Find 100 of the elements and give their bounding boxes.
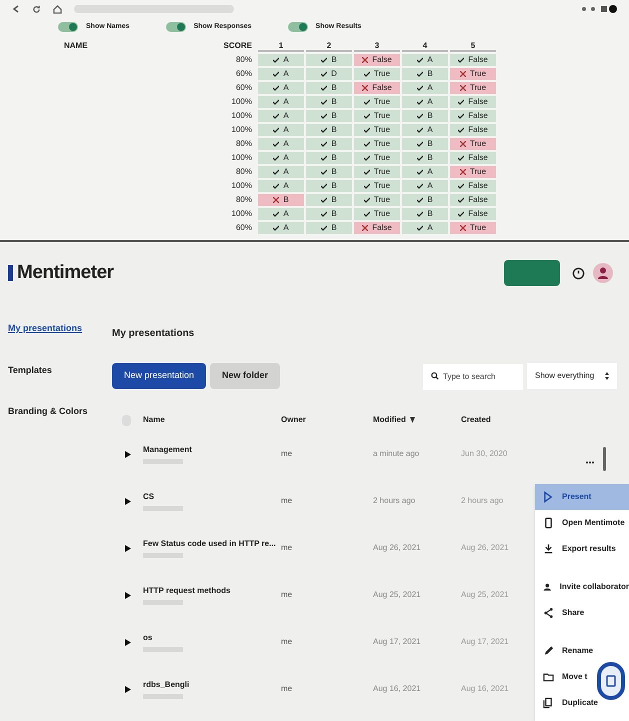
answer-cell: True — [354, 208, 400, 220]
check-icon — [321, 99, 328, 105]
toggle-switch[interactable] — [58, 22, 78, 32]
check-icon — [273, 71, 280, 77]
menu-item[interactable]: Rename — [535, 638, 629, 664]
answer-cell: A — [258, 124, 304, 136]
column-header[interactable]: 2 — [306, 40, 352, 52]
play-icon — [124, 592, 130, 598]
score-cell-text: 80% — [234, 54, 253, 66]
sidebar-item[interactable]: My presentations — [8, 322, 112, 336]
column-header[interactable]: Created — [461, 414, 491, 426]
presentation-title[interactable]: Few Status code used in HTTP re... — [143, 538, 277, 550]
share-icon — [543, 607, 554, 619]
sidebar-item[interactable]: Branding & Colors — [8, 405, 112, 418]
answer-cell: True — [354, 110, 400, 122]
column-header[interactable]: 5 — [450, 40, 496, 52]
column-header[interactable]: 1 — [258, 40, 304, 52]
answer-cell: False — [354, 54, 400, 66]
answer-cell: False — [354, 222, 400, 234]
presentation-title[interactable]: CS — [143, 491, 277, 503]
answer-cell: B — [306, 82, 352, 94]
answer-cell: True — [450, 68, 496, 80]
column-header[interactable]: NAME — [64, 40, 164, 52]
filter-dropdown[interactable]: Show everything — [527, 363, 617, 389]
check-icon — [364, 155, 370, 161]
toggle-switch[interactable] — [166, 22, 186, 32]
modified-cell-text: Aug 16, 2021 — [373, 683, 422, 695]
answer-cell: A — [258, 222, 304, 234]
answer-cell: B — [402, 68, 448, 80]
answer-cell: B — [306, 96, 352, 108]
column-header[interactable]: SCORE — [166, 40, 256, 52]
menu-item[interactable]: Export results — [535, 536, 629, 562]
answer-cell: True — [450, 82, 496, 94]
reload-icon[interactable] — [32, 4, 41, 14]
avatar[interactable] — [593, 263, 613, 283]
toggle-switch[interactable] — [288, 22, 308, 32]
score-cell-text: 80% — [234, 166, 253, 178]
presentation-title[interactable]: Management — [143, 444, 277, 456]
column-header[interactable]: Owner — [281, 414, 373, 426]
owner-cell-text: me — [281, 542, 294, 554]
answer-cell: False — [450, 124, 496, 136]
answer-cell: False — [450, 54, 496, 66]
owner-cell-text: me — [281, 683, 294, 695]
cross-icon — [460, 169, 466, 175]
menu-item[interactable]: Share — [535, 600, 629, 626]
check-icon — [273, 57, 280, 63]
menu-item[interactable]: Present — [535, 484, 629, 510]
pencil-icon — [543, 645, 554, 657]
check-icon — [417, 141, 424, 147]
created-cell: 2 hours ago — [461, 495, 504, 507]
menu-item[interactable]: Move t — [535, 664, 629, 690]
menu-item[interactable]: Invite collaborator — [535, 574, 629, 600]
play-icon — [124, 686, 130, 692]
answer-cell: B — [402, 208, 448, 220]
answer-cell: False — [354, 82, 400, 94]
answer-cell: True — [450, 138, 496, 150]
answer-cell: A — [402, 54, 448, 66]
search-field[interactable]: Type to search — [423, 364, 523, 390]
check-icon — [321, 197, 328, 203]
window-controls-icon[interactable] — [581, 4, 617, 14]
answer-cell: False — [450, 96, 496, 108]
presentation-title[interactable]: HTTP request methods — [143, 585, 277, 597]
presentation-title[interactable]: os — [143, 632, 277, 644]
back-icon[interactable] — [12, 5, 20, 13]
folder-icon — [543, 671, 554, 683]
column-header[interactable]: Modified — [373, 414, 461, 426]
score-cell-text: 60% — [234, 222, 253, 234]
check-icon — [273, 85, 280, 91]
answer-cell: B — [306, 194, 352, 206]
answer-cell: B — [306, 208, 352, 220]
column-header[interactable]: 3 — [354, 40, 400, 52]
sidebar-item[interactable]: Templates — [8, 364, 112, 377]
scrollbar-thumb[interactable] — [603, 447, 606, 471]
check-icon — [364, 141, 370, 147]
check-icon — [273, 155, 280, 161]
check-icon — [321, 71, 328, 77]
check-icon — [273, 99, 280, 105]
column-header[interactable]: Name — [143, 414, 281, 426]
home-icon[interactable] — [53, 4, 62, 14]
check-icon — [364, 197, 370, 203]
check-icon — [364, 71, 370, 77]
column-header[interactable]: 4 — [402, 40, 448, 52]
play-icon — [124, 450, 130, 458]
check-icon — [458, 197, 464, 203]
check-icon — [321, 225, 328, 231]
menu-item[interactable]: Open Mentimote — [535, 510, 629, 536]
new-folder-button[interactable]: New folder — [210, 363, 280, 389]
modified-cell-text: a minute ago — [373, 448, 420, 460]
help-icon[interactable] — [572, 266, 585, 280]
owner-cell-text: me — [281, 636, 294, 648]
presentation-title[interactable]: rdbs_Bengli — [143, 679, 277, 691]
menu-item[interactable]: Duplicate — [535, 690, 629, 716]
check-icon — [321, 169, 328, 175]
score-cell-text: 100% — [230, 180, 253, 192]
more-options-icon[interactable] — [586, 461, 594, 464]
check-icon — [321, 211, 328, 217]
answer-cell: B — [306, 54, 352, 66]
new-presentation-button[interactable]: New presentation — [112, 363, 206, 389]
logo[interactable]: Mentimeter — [17, 258, 114, 288]
check-icon — [417, 71, 424, 77]
